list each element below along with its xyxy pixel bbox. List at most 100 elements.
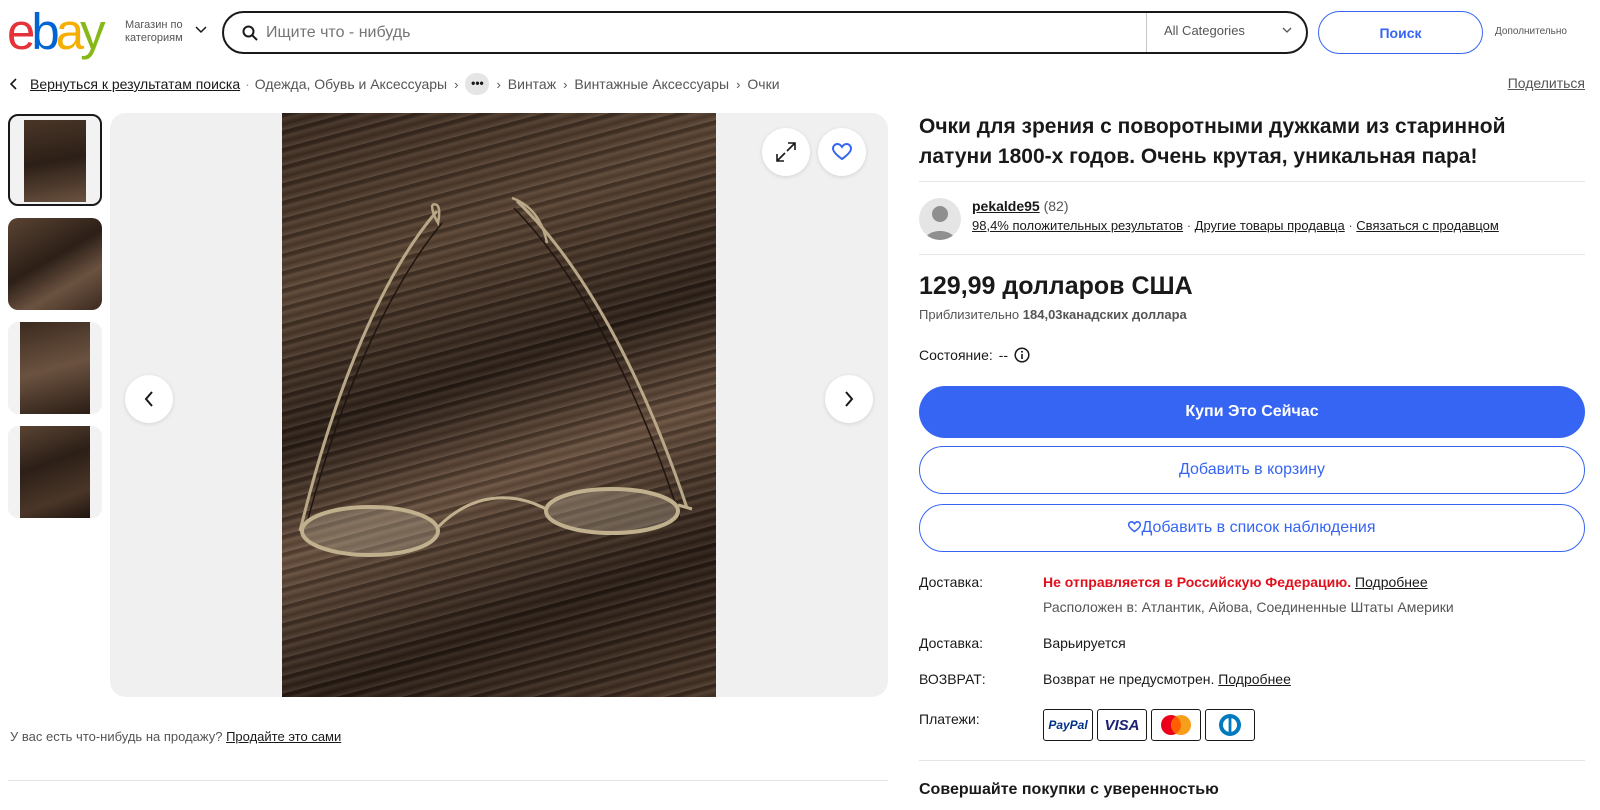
seller-feedback-count: (82)	[1043, 198, 1069, 214]
heart-icon	[1128, 521, 1142, 533]
thumbnail-image	[20, 426, 90, 518]
seller-links: 98,4% положительных результатов · Другие…	[972, 218, 1499, 233]
seller-name-link[interactable]: pekalde95	[972, 198, 1040, 214]
separator-dot: ·	[1186, 218, 1195, 233]
returns-more-link[interactable]: Подробнее	[1218, 671, 1291, 687]
add-to-watchlist-button[interactable]: Добавить в список наблюдения	[919, 504, 1585, 552]
logo-letter-b: b	[31, 3, 59, 60]
shop-by-category-button[interactable]: Магазин по категориям	[125, 19, 207, 45]
watch-heart-button[interactable]	[818, 128, 866, 176]
approx-price: Приблизительно 184,03канадских доллара	[919, 307, 1187, 322]
chevron-right-icon: ›	[736, 76, 741, 92]
search-input[interactable]	[266, 19, 1126, 47]
chevron-left-icon	[144, 391, 153, 407]
seller-avatar[interactable]	[919, 198, 961, 240]
search-icon	[242, 25, 258, 41]
price: 129,99 долларов США	[919, 272, 1193, 300]
contact-seller-link[interactable]: Связаться с продавцом	[1356, 218, 1499, 233]
visa-icon: VISA	[1097, 709, 1147, 741]
thumbnail-4[interactable]	[8, 426, 102, 518]
paypal-label: PayPal	[1048, 718, 1088, 732]
thumbnail-1[interactable]	[8, 114, 102, 206]
item-location: Расположен в: Атлантик, Айова, Соединенн…	[1043, 599, 1454, 615]
back-to-results-link[interactable]: Вернуться к результатам поиска	[30, 76, 240, 92]
mastercard-logo	[1161, 715, 1191, 735]
breadcrumb-dot: ·	[245, 76, 250, 92]
condition-value: --	[998, 347, 1009, 363]
breadcrumb-item[interactable]: Винтажные Аксессуары	[574, 76, 729, 92]
search-bar: All Categories	[222, 11, 1308, 54]
sell-it-yourself-link[interactable]: Продайте это сами	[226, 729, 341, 744]
chevron-right-icon: ›	[454, 76, 459, 92]
breadcrumb-item[interactable]: Винтаж	[508, 76, 556, 92]
condition-label: Состояние:	[919, 347, 993, 363]
diners-club-icon	[1205, 709, 1255, 741]
returns-text: Возврат не предусмотрен.	[1043, 671, 1215, 687]
thumbnail-image	[24, 120, 86, 202]
delivery-label: Доставка:	[919, 635, 984, 651]
shipping-more-link[interactable]: Подробнее	[1355, 574, 1428, 590]
listing-title: Очки для зрения с поворотными дужками из…	[919, 115, 1506, 168]
sell-prompt: У вас есть что-нибудь на продажу? Продай…	[10, 729, 341, 744]
glasses-illustration	[298, 196, 693, 557]
breadcrumb: Вернуться к результатам поиска · Одежда,…	[10, 73, 780, 95]
expand-button[interactable]	[762, 128, 810, 176]
header: ebay Магазин по категориям All Categorie…	[0, 0, 1600, 66]
approx-currency: канадских доллара	[1062, 307, 1187, 322]
buy-now-button[interactable]: Купи Это Сейчас	[919, 386, 1585, 438]
breadcrumb-item[interactable]: Одежда, Обувь и Аксессуары	[255, 76, 447, 92]
ebay-logo[interactable]: ebay	[7, 3, 106, 60]
heart-icon	[832, 143, 852, 161]
watchlist-label: Добавить в список наблюдения	[1141, 519, 1376, 536]
approx-value: 184,03	[1022, 307, 1063, 322]
image-gallery	[110, 113, 888, 697]
delivery-value: Варьируется	[1043, 635, 1126, 651]
next-image-button[interactable]	[825, 375, 873, 423]
shop-with-confidence-heading: Совершайте покупки с уверенностью	[919, 781, 1219, 798]
chevron-left-icon[interactable]	[10, 78, 18, 90]
other-items-link[interactable]: Другие товары продавца	[1195, 218, 1345, 233]
category-select[interactable]: All Categories	[1164, 23, 1245, 38]
share-link[interactable]: Поделиться	[1508, 75, 1585, 91]
mastercard-icon	[1151, 709, 1201, 741]
chevron-right-icon: ›	[563, 76, 568, 92]
visa-label: VISA	[1104, 716, 1140, 734]
add-to-cart-button[interactable]: Добавить в корзину	[919, 446, 1585, 494]
logo-letter-e: e	[7, 3, 35, 60]
divider	[8, 780, 888, 781]
advanced-search-link[interactable]: Дополнительно	[1495, 26, 1567, 37]
shipping-warning: Не отправляется в Российскую Федерацию.	[1043, 574, 1352, 590]
sell-prompt-text: У вас есть что-нибудь на продажу?	[10, 729, 223, 744]
diners-club-logo	[1219, 714, 1241, 736]
thumbnail-image	[8, 218, 102, 310]
payments-label: Платежи:	[919, 711, 980, 727]
chevron-right-icon: ›	[496, 76, 501, 92]
thumbnail-2[interactable]	[8, 218, 102, 310]
thumbnail-image	[20, 322, 90, 414]
logo-letter-y: y	[80, 3, 105, 60]
shipping-value: Не отправляется в Российскую Федерацию. …	[1043, 574, 1428, 590]
product-photo[interactable]	[282, 113, 716, 697]
approx-prefix: Приблизительно	[919, 307, 1020, 322]
thumbnail-3[interactable]	[8, 322, 102, 414]
positive-feedback-link[interactable]: 98,4% положительных результатов	[972, 218, 1183, 233]
expand-icon	[776, 142, 796, 162]
divider	[919, 254, 1585, 255]
info-icon[interactable]	[1014, 347, 1030, 363]
shop-by-category-label: Магазин по категориям	[125, 19, 183, 44]
search-divider	[1146, 13, 1147, 52]
condition: Состояние: --	[919, 347, 1030, 363]
search-button[interactable]: Поиск	[1318, 11, 1483, 54]
returns-label: ВОЗВРАТ:	[919, 671, 986, 687]
chevron-right-icon	[845, 391, 854, 407]
breadcrumb-more-button[interactable]: •••	[465, 73, 490, 95]
returns-value: Возврат не предусмотрен. Подробнее	[1043, 671, 1291, 687]
logo-letter-a: a	[55, 3, 84, 60]
previous-image-button[interactable]	[125, 375, 173, 423]
breadcrumb-item[interactable]: Очки	[747, 76, 779, 92]
paypal-icon: PayPal	[1043, 709, 1093, 741]
chevron-down-icon	[1282, 27, 1292, 33]
user-icon	[925, 206, 955, 240]
seller-name: pekalde95 (82)	[972, 198, 1069, 214]
divider	[919, 760, 1585, 761]
